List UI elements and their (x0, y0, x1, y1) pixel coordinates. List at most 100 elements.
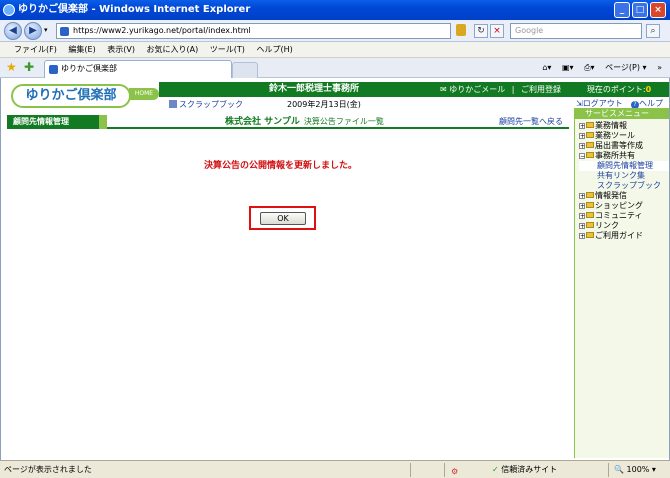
command-bar: ⌂▾ ▣▾ ⎙▾ ページ(P) ▾ » (534, 61, 662, 75)
menu-item-label: 業務情報 (595, 121, 627, 130)
page-content: ゆりかご倶楽部 HOME 鈴木一郎税理士事務所 ✉ ゆりかごメール | ご利用登… (0, 78, 670, 460)
expand-icon[interactable]: + (579, 133, 585, 140)
points-value: 0 (645, 85, 652, 94)
tab-yurikago[interactable]: ゆりかご倶楽部 (44, 60, 232, 78)
stop-icon[interactable]: × (490, 24, 504, 38)
menu-item-community[interactable]: + コミュニティ (579, 211, 669, 221)
menu-item-label: 情報発信 (595, 191, 627, 200)
back-button[interactable]: ◀ (4, 22, 22, 40)
maximize-button[interactable]: □ (632, 2, 648, 18)
menu-item-forms[interactable]: + 届出書等作成 (579, 141, 669, 151)
trust-zone[interactable]: ✓ 信頼済みサイト (492, 461, 557, 478)
ok-highlight-box: OK (249, 206, 316, 230)
menu-item-label: 届出書等作成 (595, 141, 643, 150)
trust-label: 信頼済みサイト (501, 465, 558, 474)
folder-icon (586, 202, 594, 208)
zoom-icon: 🔍 (614, 465, 624, 474)
menu-item-links[interactable]: + リンク (579, 221, 669, 231)
service-tree: + 業務情報 + 業務ツール + 届出書等作成 − 事務所共有 顧問先情報管理 共有リン… (575, 119, 669, 241)
lock-icon[interactable] (456, 24, 466, 36)
checkmark-icon: ✓ (492, 465, 499, 474)
mail-icon: ✉ (439, 85, 447, 94)
menu-item-guide[interactable]: + ご利用ガイド (579, 231, 669, 241)
expand-icon[interactable]: + (579, 203, 585, 210)
page-menu[interactable]: ページ(P) ▾ (605, 63, 646, 72)
submenu-shared-links[interactable]: 共有リンク集 (579, 171, 669, 181)
help-label: ヘルプ (639, 99, 663, 108)
zoom-control[interactable]: 🔍 100% ▾ (614, 461, 656, 478)
status-text: ページが表示されました (4, 465, 92, 474)
signup-link[interactable]: ご利用登録 (521, 85, 561, 94)
menu-item-office-share[interactable]: − 事務所共有 (579, 151, 669, 161)
menu-file[interactable]: ファイル(F) (14, 42, 57, 58)
submenu-client-management[interactable]: 顧問先情報管理 (579, 161, 669, 171)
points-label: 現在のポイント: (586, 85, 646, 94)
home-tag[interactable]: HOME (129, 88, 159, 100)
scrapbook-label: スクラップブック (179, 100, 243, 109)
expand-icon[interactable]: + (579, 143, 585, 150)
refresh-icon[interactable]: ↻ (474, 24, 488, 38)
url-field[interactable]: https://www2.yurikago.net/portal/index.h… (56, 23, 451, 39)
scrapbook-icon (169, 100, 177, 108)
folder-icon (586, 132, 594, 138)
header-links: ✉ ゆりかごメール | ご利用登録 (439, 85, 561, 94)
mail-link[interactable]: ゆりかごメール (449, 85, 505, 94)
folder-icon (586, 232, 594, 238)
more-icon[interactable]: » (657, 63, 662, 72)
search-input[interactable]: Google (510, 23, 642, 39)
menu-favorites[interactable]: お気に入り(A) (147, 42, 199, 58)
close-button[interactable]: × (650, 2, 666, 18)
expand-icon[interactable]: + (579, 193, 585, 200)
menu-item-shopping[interactable]: + ショッピング (579, 201, 669, 211)
collapse-icon[interactable]: − (579, 153, 585, 160)
section-label: 顧問先情報管理 (7, 115, 107, 129)
minimize-button[interactable]: _ (614, 2, 630, 18)
menu-item-business-tools[interactable]: + 業務ツール (579, 131, 669, 141)
favicon-icon (60, 27, 69, 36)
menu-item-label: コミュニティ (595, 211, 643, 220)
folder-icon (586, 142, 594, 148)
new-tab-button[interactable] (232, 62, 258, 78)
expand-icon[interactable]: + (579, 223, 585, 230)
submenu-scrapbook[interactable]: スクラップブック (579, 181, 669, 191)
history-dropdown-icon[interactable]: ▾ (44, 26, 48, 34)
ok-button[interactable]: OK (260, 212, 306, 225)
folder-icon (586, 222, 594, 228)
menu-item-business-info[interactable]: + 業務情報 (579, 121, 669, 131)
tab-favicon-icon (49, 65, 58, 74)
service-menu: サービスメニュー + 業務情報 + 業務ツール + 届出書等作成 − 事務所共有 顧問先… (574, 108, 669, 458)
home-icon[interactable]: ⌂▾ (542, 63, 551, 72)
site-logo[interactable]: ゆりかご倶楽部 (11, 84, 131, 108)
feeds-icon[interactable]: ▣▾ (562, 63, 574, 72)
print-icon[interactable]: ⎙▾ (584, 63, 594, 72)
folder-icon (586, 192, 594, 198)
window-title: ゆりかご倶楽部 - Windows Internet Explorer (18, 4, 251, 15)
search-placeholder: Google (515, 26, 544, 35)
menu-edit[interactable]: 編集(E) (68, 42, 95, 58)
expand-icon[interactable]: + (579, 213, 585, 220)
menu-view[interactable]: 表示(V) (107, 42, 135, 58)
service-menu-header: サービスメニュー (575, 108, 669, 119)
menu-item-publishing[interactable]: + 情報発信 (579, 191, 669, 201)
folder-icon (586, 212, 594, 218)
search-icon[interactable]: ⌕ (646, 24, 660, 38)
url-text: https://www2.yurikago.net/portal/index.h… (73, 26, 251, 35)
tab-label: ゆりかご倶楽部 (61, 64, 117, 73)
favorites-star-icon[interactable]: ★ (6, 61, 18, 73)
add-favorite-icon[interactable]: ✚ (24, 61, 36, 73)
forward-button[interactable]: ▶ (24, 22, 42, 40)
expand-icon[interactable]: + (579, 233, 585, 240)
protected-mode-icon[interactable]: ⚙ (451, 467, 458, 476)
client-header: 顧問先情報管理 株式会社 サンプル 決算公告ファイル一覧 顧問先一覧へ戻る (7, 115, 569, 129)
expand-icon[interactable]: + (579, 123, 585, 130)
header-band: 鈴木一郎税理士事務所 ✉ ゆりかごメール | ご利用登録 (159, 82, 569, 97)
menu-help[interactable]: ヘルプ(H) (256, 42, 292, 58)
address-bar: ◀ ▶ ▾ https://www2.yurikago.net/portal/i… (0, 20, 670, 42)
menu-tools[interactable]: ツール(T) (210, 42, 245, 58)
scrapbook-link[interactable]: スクラップブック (169, 99, 243, 110)
folder-open-icon (586, 152, 594, 158)
security-pane: ⚙ (444, 463, 484, 477)
back-to-clients-link[interactable]: 顧問先一覧へ戻る (499, 115, 563, 129)
menu-bar: ファイル(F) 編集(E) 表示(V) お気に入り(A) ツール(T) ヘルプ(… (0, 42, 670, 58)
sub-page-title: 決算公告ファイル一覧 (303, 117, 384, 126)
